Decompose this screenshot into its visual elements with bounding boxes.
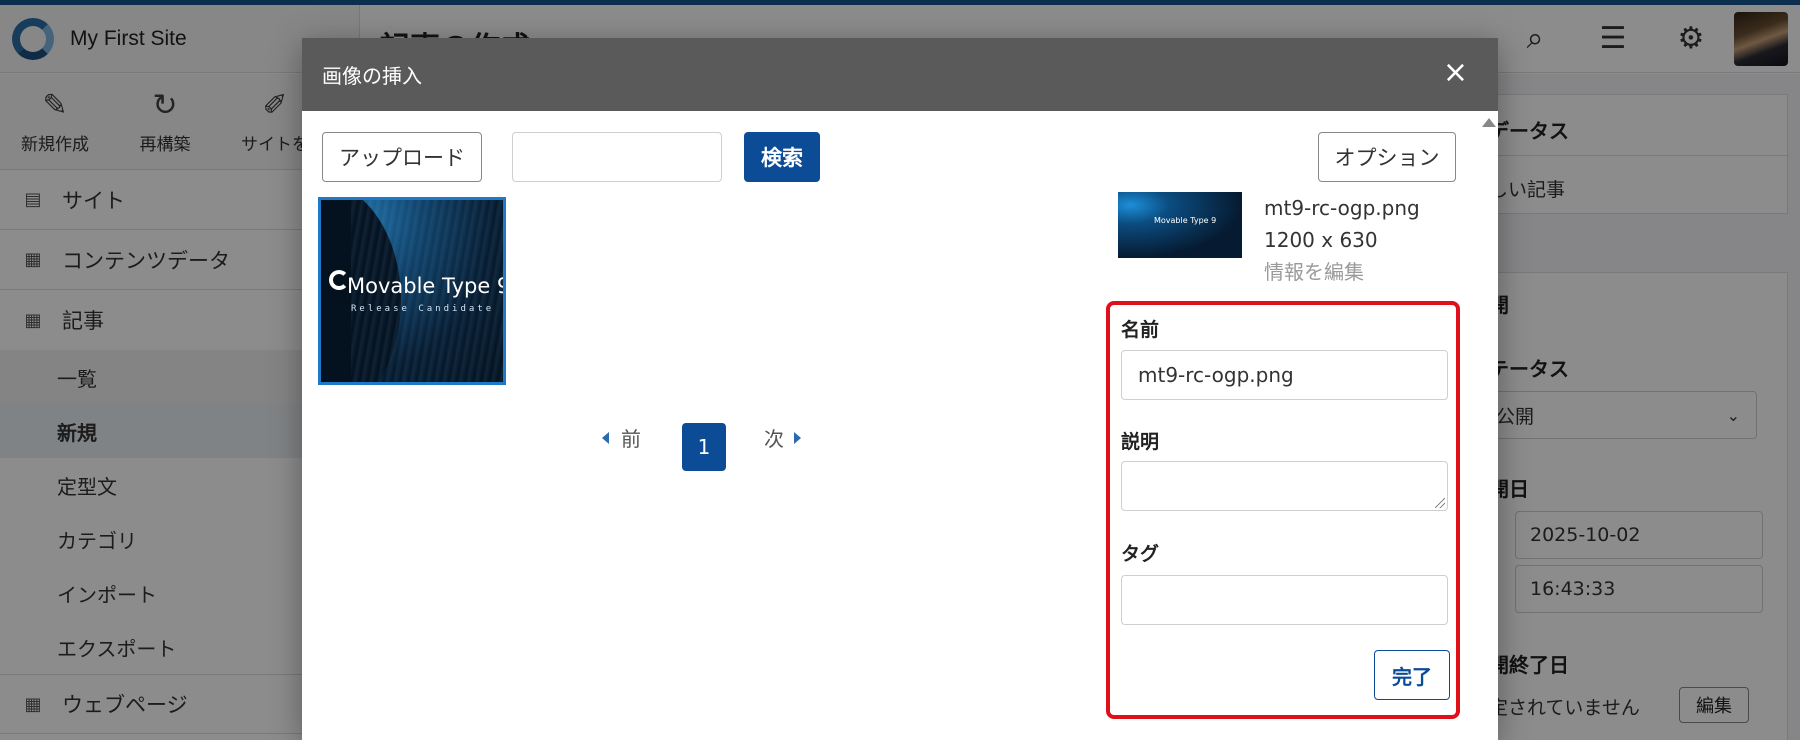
search-input[interactable] <box>512 132 722 182</box>
search-button[interactable]: 検索 <box>744 132 820 182</box>
image-thumbnail[interactable]: Movable Type 9 Release Candidate <box>318 197 506 385</box>
file-dimensions: 1200 x 630 <box>1264 228 1378 252</box>
description-label: 説明 <box>1121 431 1160 453</box>
dialog-title: 画像の挿入 <box>322 64 422 88</box>
close-icon[interactable]: × <box>1443 58 1468 88</box>
edit-info-link[interactable]: 情報を編集 <box>1264 256 1420 288</box>
pager-current-page[interactable]: 1 <box>682 423 726 471</box>
pager-prev[interactable]: 前 <box>602 423 641 452</box>
movable-type-logo-icon <box>329 270 349 290</box>
pager-next[interactable]: 次 <box>764 423 801 452</box>
resize-grip-icon[interactable] <box>1435 498 1445 508</box>
pager-prev-label: 前 <box>621 427 641 451</box>
dialog-header: 画像の挿入 × <box>302 38 1498 111</box>
tags-field[interactable] <box>1121 575 1448 625</box>
selected-file-thumbnail-title: Movable Type 9 <box>1154 216 1217 225</box>
description-field[interactable] <box>1121 461 1448 511</box>
caret-right-icon <box>794 431 801 444</box>
caret-left-icon <box>602 431 609 444</box>
selected-file-thumbnail: Movable Type 9 <box>1118 192 1242 258</box>
thumbnail-subtitle: Release Candidate <box>351 304 495 314</box>
upload-button[interactable]: アップロード <box>322 132 482 182</box>
pager-next-label: 次 <box>764 427 784 451</box>
file-metadata-form: 名前 mt9-rc-ogp.png 説明 タグ 完了 <box>1106 301 1460 719</box>
done-button[interactable]: 完了 <box>1374 650 1450 700</box>
tags-label: タグ <box>1121 543 1160 565</box>
name-label: 名前 <box>1121 319 1160 341</box>
scroll-up-arrow-icon[interactable] <box>1482 118 1496 127</box>
name-field[interactable]: mt9-rc-ogp.png <box>1121 350 1448 400</box>
options-button[interactable]: オプション <box>1318 132 1456 182</box>
selected-file-info: mt9-rc-ogp.png 1200 x 630 情報を編集 <box>1264 192 1420 288</box>
file-name: mt9-rc-ogp.png <box>1264 196 1420 220</box>
insert-image-dialog: 画像の挿入 × アップロード 検索 オプション Movable Type 9 R… <box>302 38 1498 740</box>
thumbnail-title: Movable Type 9 <box>347 274 506 298</box>
